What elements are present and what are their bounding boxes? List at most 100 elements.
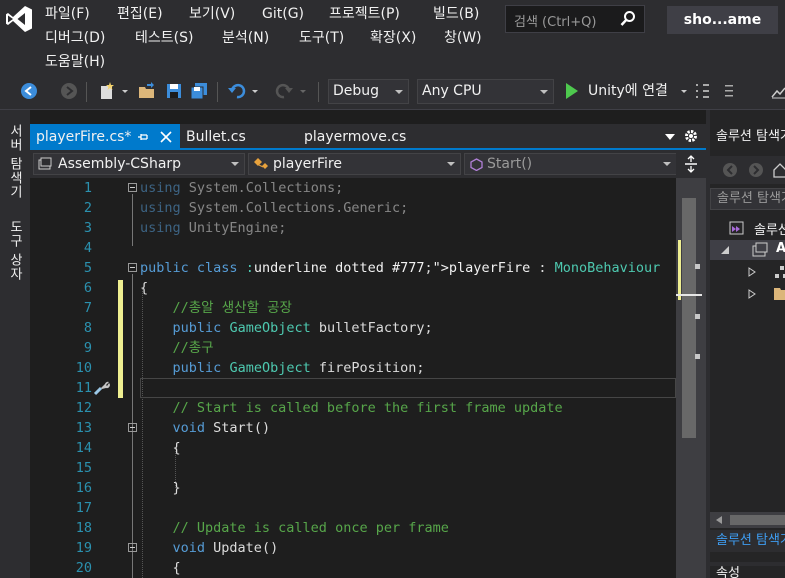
code-line[interactable]: 7 //총알 생산할 공장 bbox=[30, 298, 676, 318]
pin-icon[interactable] bbox=[137, 131, 149, 143]
code-line[interactable]: 6{ bbox=[30, 278, 676, 298]
code-line[interactable]: 3 using UnityEngine; bbox=[30, 218, 676, 238]
new-project-icon[interactable] bbox=[98, 82, 116, 100]
code-line[interactable]: 4 bbox=[30, 238, 676, 258]
solution-platform-select[interactable]: Any CPU bbox=[417, 79, 554, 104]
code-line[interactable]: 12 // Start is called before the first f… bbox=[30, 398, 676, 418]
tab-overflow-dropdown-icon[interactable] bbox=[664, 132, 676, 142]
member-select-value: Start() bbox=[487, 156, 533, 172]
back-icon[interactable] bbox=[722, 162, 738, 178]
menu-file[interactable]: 파일(F) bbox=[45, 4, 90, 24]
menu-build[interactable]: 빌드(B) bbox=[433, 4, 479, 24]
forward-icon[interactable] bbox=[748, 162, 764, 178]
run-dropdown-icon[interactable] bbox=[679, 82, 689, 100]
code-line[interactable]: 1 using System.Collections; bbox=[30, 178, 676, 198]
undo-icon[interactable] bbox=[228, 82, 246, 100]
line-number: 16 bbox=[75, 480, 92, 496]
code-line[interactable]: 10 public GameObject firePosition; bbox=[30, 358, 676, 378]
code-line[interactable]: 14 { bbox=[30, 438, 676, 458]
scrollbar-thumb[interactable] bbox=[682, 198, 696, 438]
home-icon[interactable] bbox=[772, 162, 785, 178]
chart-icon[interactable] bbox=[770, 82, 785, 100]
redo-dropdown-icon[interactable] bbox=[298, 82, 308, 100]
code-line[interactable]: 11 bbox=[30, 378, 676, 398]
toolbar-grip-icon bbox=[696, 84, 709, 98]
folder-icon bbox=[774, 288, 785, 300]
collapse-region-icon[interactable] bbox=[128, 183, 137, 192]
tab-label: Bullet.cs bbox=[186, 129, 246, 145]
toolbox-tab[interactable]: 도구 상자 bbox=[5, 220, 24, 281]
code-text: using System.Collections.Generic; bbox=[140, 200, 409, 216]
menu-test[interactable]: 테스트(S) bbox=[135, 28, 193, 48]
toolbar-separator bbox=[86, 82, 87, 102]
menu-view[interactable]: 보기(V) bbox=[189, 4, 235, 24]
play-icon[interactable] bbox=[565, 83, 579, 99]
tree-item-dependencies[interactable] bbox=[710, 262, 785, 282]
solution-explorer-horizontal-scrollbar[interactable] bbox=[710, 512, 785, 528]
solution-explorer-bottom-tab[interactable]: 솔루션 탐색기 bbox=[710, 530, 785, 552]
code-line[interactable]: 2 using System.Collections.Generic; bbox=[30, 198, 676, 218]
menu-project[interactable]: 프로젝트(P) bbox=[329, 4, 400, 24]
collapsed-arrow-icon[interactable] bbox=[748, 289, 756, 299]
project-select[interactable]: Assembly-CSharp bbox=[33, 153, 245, 175]
menu-window[interactable]: 창(W) bbox=[444, 28, 482, 48]
tab-playerfire[interactable]: playerFire.cs* bbox=[30, 124, 180, 150]
save-icon[interactable] bbox=[165, 82, 183, 100]
menu-edit[interactable]: 편집(E) bbox=[117, 4, 163, 24]
back-navigate-icon[interactable] bbox=[20, 82, 38, 100]
expanded-arrow-icon[interactable] bbox=[720, 246, 730, 254]
class-select[interactable]: playerFire bbox=[248, 153, 461, 175]
search-placeholder: 검색 (Ctrl+Q) bbox=[514, 15, 597, 30]
save-all-icon[interactable] bbox=[190, 82, 208, 100]
line-number: 12 bbox=[75, 400, 92, 416]
code-line[interactable]: 15 bbox=[30, 458, 676, 478]
menu-debug[interactable]: 디버그(D) bbox=[45, 28, 105, 48]
code-line[interactable]: 20 { bbox=[30, 558, 676, 578]
collapse-region-icon[interactable] bbox=[128, 423, 137, 432]
tree-item-project[interactable]: Assembly-CSharp bbox=[710, 240, 785, 260]
solution-explorer-search[interactable]: 솔루션 탐색기 검색 bbox=[710, 188, 785, 210]
code-line[interactable]: 8 public GameObject bulletFactory; bbox=[30, 318, 676, 338]
scroll-left-icon[interactable] bbox=[716, 516, 722, 524]
toolbar-overflow-icon[interactable] bbox=[722, 82, 736, 100]
tree-item-solution[interactable]: 솔루션 bbox=[710, 218, 785, 238]
code-line[interactable]: 17 bbox=[30, 498, 676, 518]
code-line[interactable]: 16 } bbox=[30, 478, 676, 498]
menu-git[interactable]: Git(G) bbox=[262, 4, 304, 24]
menu-extensions[interactable]: 확장(X) bbox=[370, 28, 416, 48]
code-editor[interactable]: 1 using System.Collections; 2 using System.… bbox=[30, 178, 676, 578]
code-line[interactable]: 19 void Update() bbox=[30, 538, 676, 558]
tree-item-folder[interactable] bbox=[710, 284, 785, 304]
new-project-dropdown-icon[interactable] bbox=[120, 82, 130, 100]
code-line[interactable]: 5 public class :underline dotted #777;">p… bbox=[30, 258, 676, 278]
search-input[interactable]: 검색 (Ctrl+Q) bbox=[505, 5, 645, 33]
code-line[interactable]: 13 void Start() bbox=[30, 418, 676, 438]
gear-icon[interactable] bbox=[684, 129, 698, 143]
split-window-button[interactable] bbox=[676, 150, 706, 178]
code-text: // Start is called before the first fram… bbox=[140, 400, 563, 416]
undo-dropdown-icon[interactable] bbox=[250, 82, 260, 100]
line-number: 2 bbox=[83, 200, 92, 216]
collapsed-arrow-icon[interactable] bbox=[748, 267, 756, 277]
visual-studio-logo-icon[interactable] bbox=[4, 4, 34, 34]
scrollbar-thumb[interactable] bbox=[730, 515, 785, 525]
close-icon[interactable] bbox=[160, 131, 172, 143]
start-debugging-button[interactable]: Unity에 연결 bbox=[588, 81, 668, 101]
solution-configuration-select[interactable]: Debug bbox=[328, 79, 409, 104]
server-explorer-tab[interactable]: 서버 탐색기 bbox=[5, 124, 24, 199]
redo-icon[interactable] bbox=[275, 82, 293, 100]
menu-help[interactable]: 도움말(H) bbox=[45, 52, 105, 72]
editor-vertical-scrollbar[interactable] bbox=[676, 178, 706, 578]
code-line[interactable]: 18 // Update is called once per frame bbox=[30, 518, 676, 538]
forward-navigate-icon[interactable] bbox=[60, 82, 78, 100]
tab-playermove[interactable]: playermove.cs bbox=[298, 124, 418, 150]
collapse-region-icon[interactable] bbox=[128, 543, 137, 552]
open-file-icon[interactable] bbox=[138, 82, 156, 100]
code-line[interactable]: 9 //총구 bbox=[30, 338, 676, 358]
menu-tools[interactable]: 도구(T) bbox=[299, 28, 344, 48]
member-select[interactable]: Start() bbox=[464, 153, 677, 175]
line-number: 1 bbox=[83, 180, 92, 196]
collapse-region-icon[interactable] bbox=[128, 263, 137, 272]
tab-bullet[interactable]: Bullet.cs bbox=[180, 124, 295, 150]
menu-analyze[interactable]: 분석(N) bbox=[222, 28, 269, 48]
